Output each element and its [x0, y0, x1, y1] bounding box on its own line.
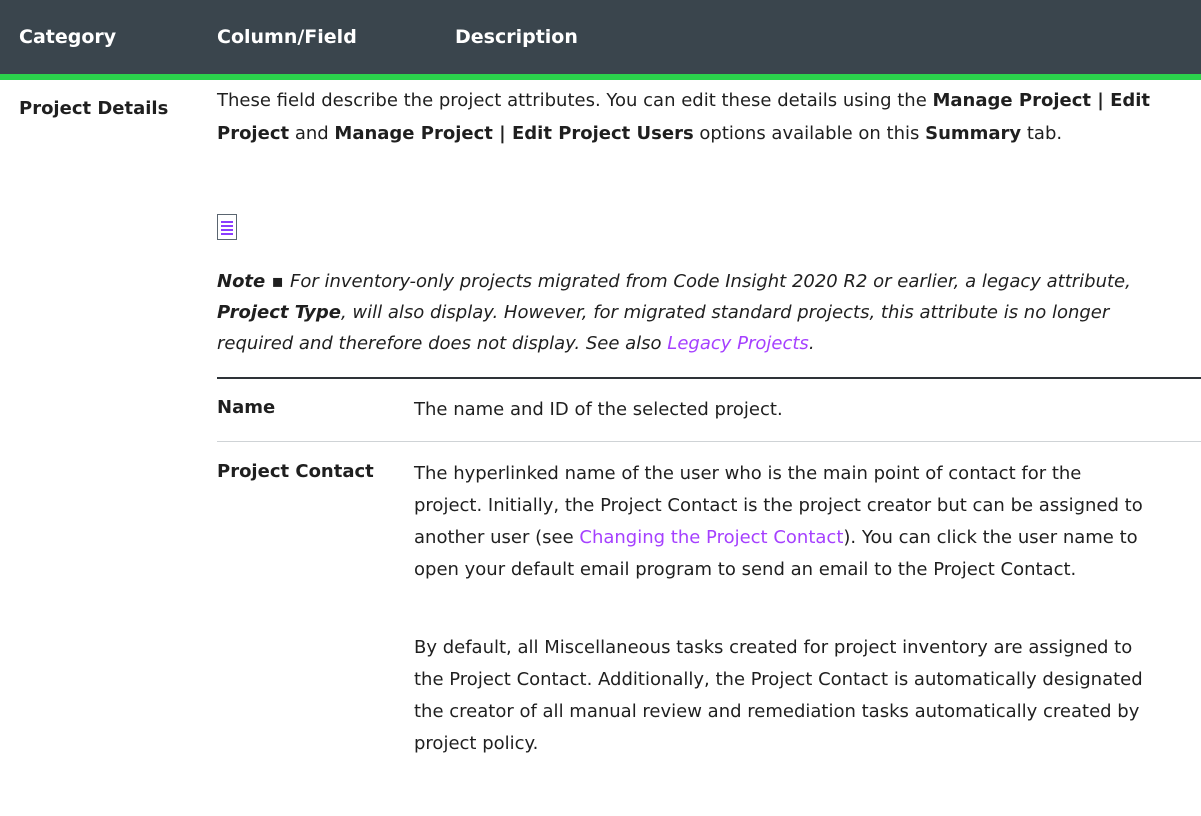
intro-text: tab. [1021, 123, 1063, 144]
note-label: Note [217, 271, 266, 292]
note-icon [217, 214, 237, 240]
header-description: Description [455, 26, 578, 48]
legacy-projects-link[interactable]: Legacy Projects [667, 333, 809, 354]
field-project-contact-description-2: By default, all Miscellaneous tasks crea… [414, 637, 1143, 754]
changing-project-contact-link[interactable]: Changing the Project Contact [579, 527, 843, 548]
note-text: , will also display. However, for migrat… [217, 302, 1110, 354]
note-text: . [808, 333, 815, 354]
field-name: Name [217, 397, 276, 418]
intro-summary: Summary [925, 123, 1022, 144]
divider [217, 441, 1201, 442]
note-text: For inventory-only projects migrated fro… [289, 271, 1131, 292]
divider [217, 377, 1201, 379]
intro-edit-project-users: Manage Project | Edit Project Users [334, 123, 694, 144]
note-separator: ▪ [265, 271, 290, 292]
field-project-contact: Project Contact [217, 461, 374, 482]
note-project-type: Project Type [217, 302, 341, 323]
table-header: Category Column/Field Description [0, 0, 1201, 80]
field-name-description: The name and ID of the selected project. [414, 399, 783, 420]
intro-paragraph: These field describe the project attribu… [217, 84, 1177, 150]
intro-text: options available on this [693, 123, 926, 144]
category-project-details: Project Details [19, 98, 169, 119]
intro-text: These field describe the project attribu… [217, 90, 933, 111]
header-column-field: Column/Field [217, 26, 357, 48]
field-project-contact-description: The hyperlinked name of the user who is … [414, 458, 1154, 586]
header-category: Category [19, 26, 117, 48]
intro-text: and [289, 123, 335, 144]
note-paragraph: Note ▪ For inventory-only projects migra… [217, 266, 1182, 359]
